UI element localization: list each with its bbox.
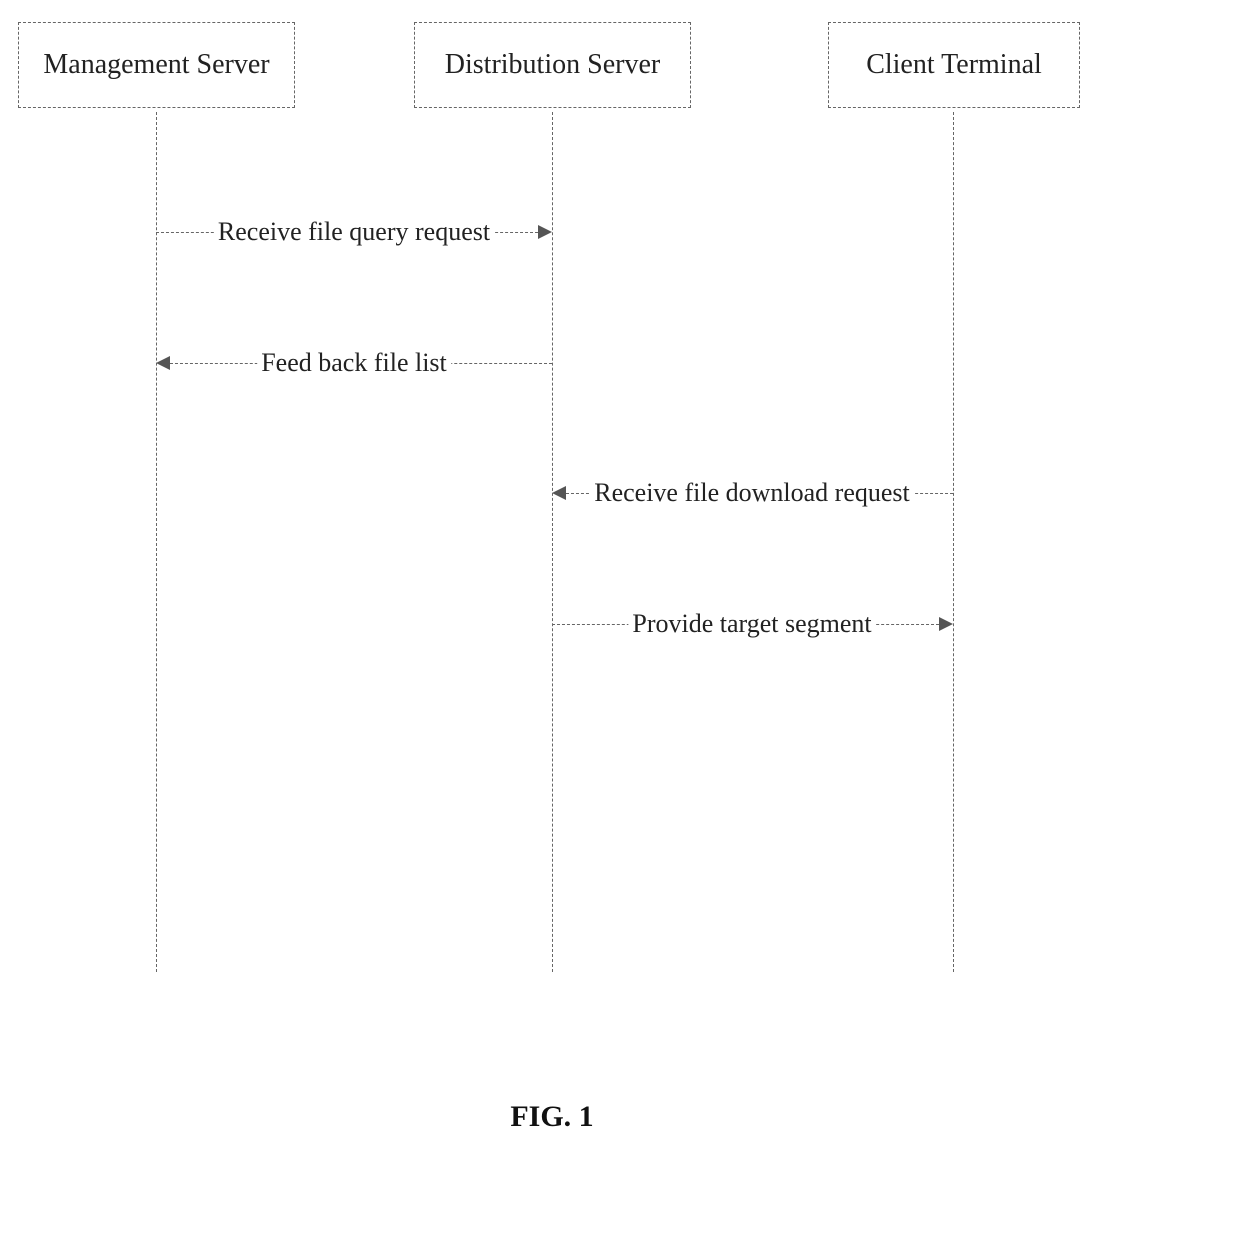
arrowhead-right-icon — [939, 617, 953, 631]
lifeline-client-terminal — [953, 112, 954, 972]
participant-client-terminal: Client Terminal — [828, 22, 1080, 108]
message-label: Feed back file list — [257, 348, 451, 378]
participant-label: Management Server — [43, 49, 269, 80]
message-label: Provide target segment — [628, 609, 875, 639]
participant-distribution-server: Distribution Server — [414, 22, 691, 108]
message-label: Receive file query request — [214, 217, 494, 247]
arrowhead-left-icon — [156, 356, 170, 370]
figure-caption: FIG. 1 — [510, 1100, 593, 1134]
participant-management-server: Management Server — [18, 22, 295, 108]
participant-label: Distribution Server — [445, 49, 660, 80]
arrowhead-right-icon — [538, 225, 552, 239]
participant-label: Client Terminal — [866, 49, 1042, 80]
arrowhead-left-icon — [552, 486, 566, 500]
lifeline-management-server — [156, 112, 157, 972]
message-label: Receive file download request — [590, 478, 914, 508]
lifeline-distribution-server — [552, 112, 553, 972]
